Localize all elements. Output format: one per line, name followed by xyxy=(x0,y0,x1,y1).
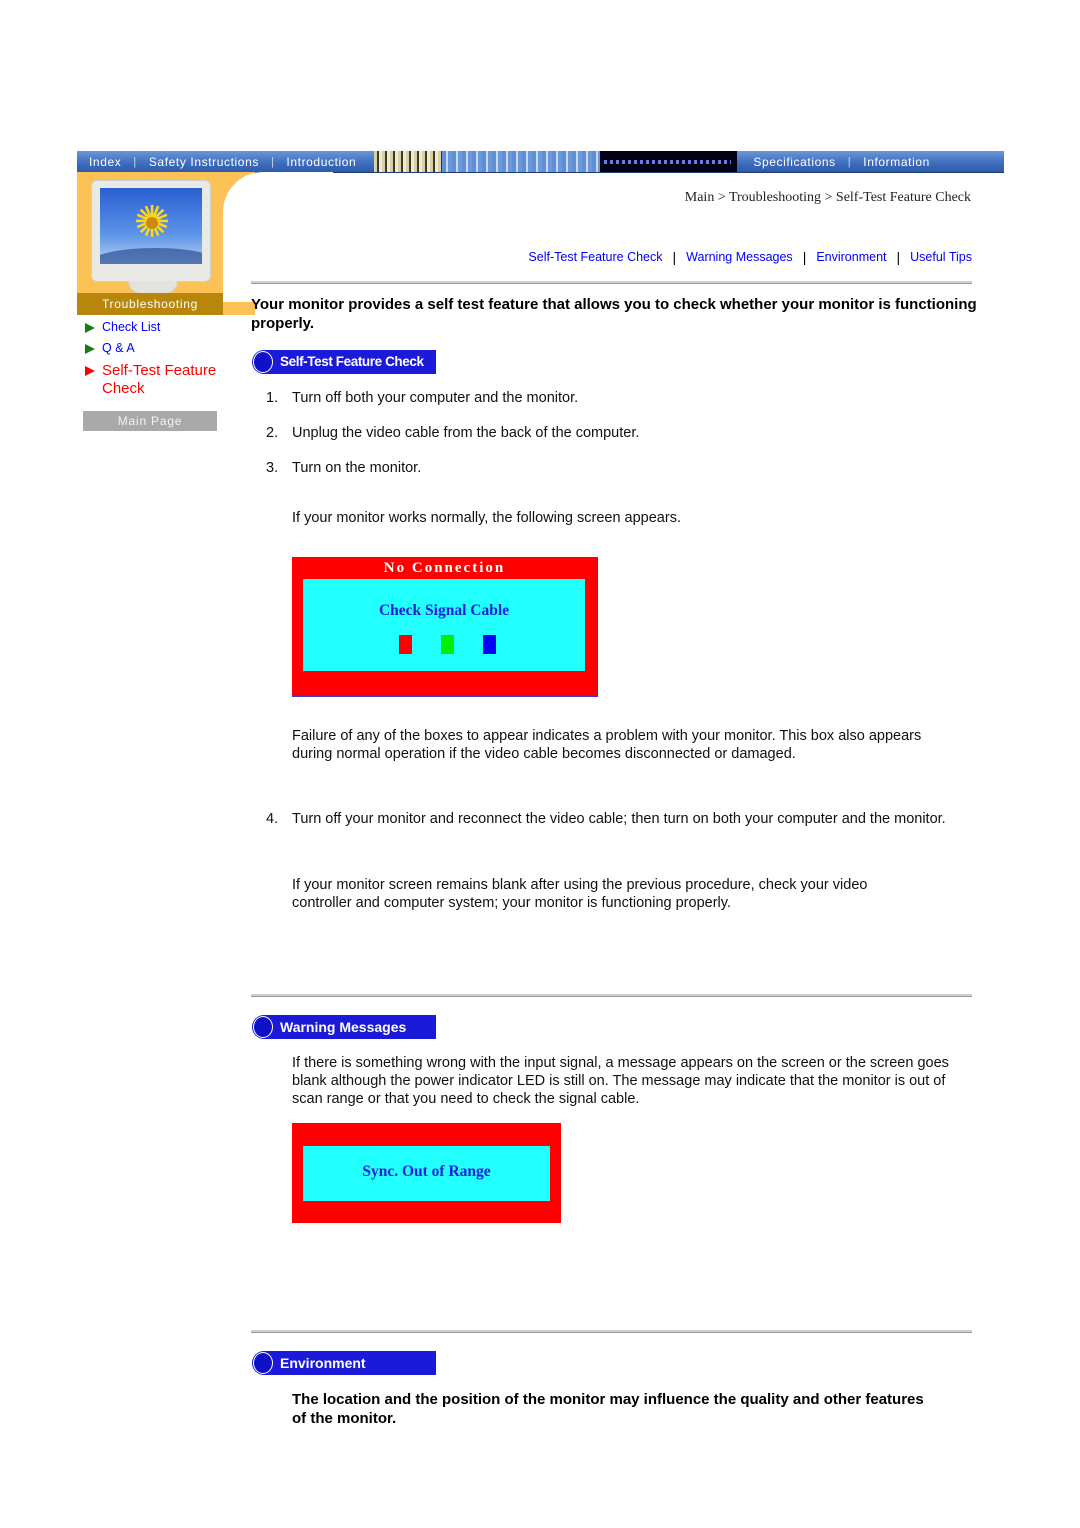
subnav-link-warning-messages[interactable]: Warning Messages xyxy=(686,250,793,264)
main-page-button[interactable]: Main Page xyxy=(83,411,217,431)
nav-tab-safety-instructions[interactable]: Safety Instructions xyxy=(137,155,271,169)
flower-center xyxy=(146,217,158,229)
nav-tab-specifications[interactable]: Specifications xyxy=(741,155,847,169)
section-heading-self-test: Self-Test Feature Check xyxy=(252,350,436,374)
bullet-circle-icon xyxy=(253,1016,273,1038)
warning-text: If there is something wrong with the inp… xyxy=(292,1055,949,1107)
final-note: If your monitor screen remains blank aft… xyxy=(292,877,868,911)
section-heading-label: Self-Test Feature Check xyxy=(280,354,424,369)
triangle-bullet-icon xyxy=(85,344,95,354)
subnav-separator: | xyxy=(802,249,807,265)
section-heading-environment: Environment xyxy=(252,1351,436,1375)
step-item: 2. Unplug the video cable from the back … xyxy=(266,424,986,442)
osd-title: No Connection xyxy=(383,560,506,576)
top-nav-bar: Index | Safety Instructions | Introducti… xyxy=(77,151,1004,173)
nav-tab-information[interactable]: Information xyxy=(851,155,942,169)
screen-hill xyxy=(100,248,202,264)
green-test-box xyxy=(441,635,454,654)
sidebar-link-label: Check List xyxy=(102,320,161,334)
environment-text: The location and the position of the mon… xyxy=(292,1391,924,1427)
bullet-circle-icon xyxy=(253,1352,273,1374)
sunflower-icon: ✺ xyxy=(131,201,173,245)
step-text: Turn off your monitor and reconnect the … xyxy=(292,811,946,827)
breadcrumb: Main > Troubleshooting > Self-Test Featu… xyxy=(684,190,971,205)
nav-tab-corrupted-1[interactable] xyxy=(374,151,443,172)
step-item: 1. Turn off both your computer and the m… xyxy=(266,389,986,407)
osd-message: Check Signal Cable xyxy=(378,602,510,619)
sidebar-link-label: Q & A xyxy=(102,341,135,355)
nav-tab-index[interactable]: Index xyxy=(77,155,133,169)
sidebar-link-check-list[interactable]: Check List xyxy=(84,320,244,334)
section-subnav: Self-Test Feature Check | Warning Messag… xyxy=(528,249,972,265)
sidebar-link-self-test[interactable]: Self-Test Feature Check xyxy=(84,362,244,398)
normal-screen-note: If your monitor works normally, the foll… xyxy=(292,510,681,526)
bullet-circle-icon xyxy=(253,351,273,373)
step-item: 3. Turn on the monitor. xyxy=(266,459,986,477)
osd-inner-panel: Check Signal Cable xyxy=(303,579,585,671)
monitor-illustration: ✺ xyxy=(91,180,211,294)
section-heading-warning: Warning Messages xyxy=(252,1015,436,1039)
intro-text: Your monitor provides a self test featur… xyxy=(251,296,977,332)
step-number: 2. xyxy=(266,425,279,441)
step-number: 4. xyxy=(266,811,279,827)
step-item: 4. Turn off your monitor and reconnect t… xyxy=(266,810,986,828)
subnav-separator: | xyxy=(896,249,901,265)
step-text: Turn on the monitor. xyxy=(292,460,422,476)
step-text: Turn off both your computer and the moni… xyxy=(292,390,579,406)
osd-message: Sync. Out of Range xyxy=(362,1163,491,1180)
subnav-separator: | xyxy=(672,249,677,265)
sidebar-link-qa[interactable]: Q & A xyxy=(84,341,244,355)
step-number: 3. xyxy=(266,460,279,476)
step-number: 1. xyxy=(266,390,279,406)
nav-tab-corrupted-2[interactable] xyxy=(442,151,601,172)
no-connection-screen: No Connection Check Signal Cable xyxy=(292,557,598,697)
divider xyxy=(251,281,972,284)
sidebar-section-label: Troubleshooting xyxy=(77,293,223,315)
nav-tab-introduction[interactable]: Introduction xyxy=(274,155,368,169)
triangle-bullet-icon xyxy=(85,323,95,333)
subnav-link-self-test[interactable]: Self-Test Feature Check xyxy=(528,250,662,264)
steps-list: 1. Turn off both your computer and the m… xyxy=(266,389,986,494)
triangle-bullet-icon xyxy=(85,366,95,376)
red-test-box xyxy=(399,635,412,654)
divider xyxy=(251,994,972,997)
section-heading-label: Environment xyxy=(280,1355,366,1371)
monitor-screen: ✺ xyxy=(100,188,202,264)
step-text: Unplug the video cable from the back of … xyxy=(292,425,640,441)
sidebar-link-label: Self-Test Feature Check xyxy=(102,362,217,397)
section-heading-label: Warning Messages xyxy=(280,1019,407,1035)
nav-tab-corrupted-3[interactable] xyxy=(600,151,738,172)
subnav-link-useful-tips[interactable]: Useful Tips xyxy=(910,250,972,264)
failure-note: Failure of any of the boxes to appear in… xyxy=(292,728,922,762)
steps-list-continued: 4. Turn off your monitor and reconnect t… xyxy=(266,810,986,845)
osd-inner-panel: Sync. Out of Range xyxy=(303,1146,550,1201)
sidebar-links: Check List Q & A Self-Test Feature Check xyxy=(84,320,244,405)
blue-test-box xyxy=(483,635,496,654)
divider xyxy=(251,1330,972,1333)
sync-out-of-range-screen: Sync. Out of Range xyxy=(292,1123,561,1223)
subnav-link-environment[interactable]: Environment xyxy=(816,250,886,264)
